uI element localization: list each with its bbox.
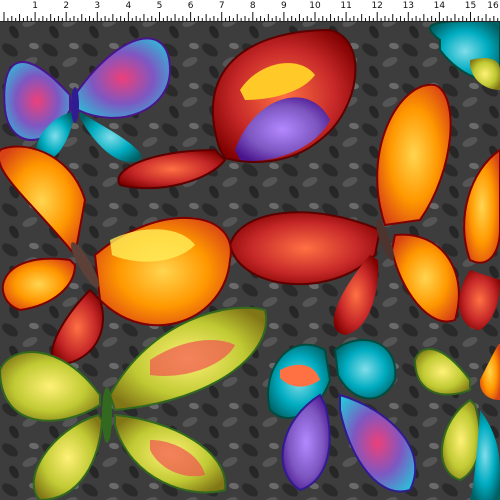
fabric-swatch: 1 2 3 4 5 6 7 8 9 10 11 12 13 14 15 16: [0, 0, 500, 500]
ruler-number: 12: [371, 1, 383, 11]
ruler-number: 14: [433, 1, 446, 11]
ruler-number: 1: [32, 1, 38, 11]
ruler-number: 11: [340, 1, 352, 11]
ruler-number: 3: [94, 1, 101, 11]
ruler-number: 6: [187, 1, 194, 11]
butterfly-fabric-print: [0, 21, 500, 500]
ruler-number: 7: [218, 1, 225, 11]
ruler-number: 4: [125, 1, 132, 11]
measuring-ruler: 1 2 3 4 5 6 7 8 9 10 11 12 13 14 15 16: [0, 0, 500, 22]
ruler-number: 2: [63, 1, 70, 11]
ruler-number: 8: [249, 1, 256, 11]
ruler-number: 10: [309, 1, 321, 11]
ruler-number: 16: [487, 1, 499, 11]
ruler-number: 5: [156, 1, 163, 11]
ruler-number: 9: [281, 1, 287, 11]
ruler-number: 15: [464, 1, 477, 11]
ruler-number: 13: [402, 1, 415, 11]
